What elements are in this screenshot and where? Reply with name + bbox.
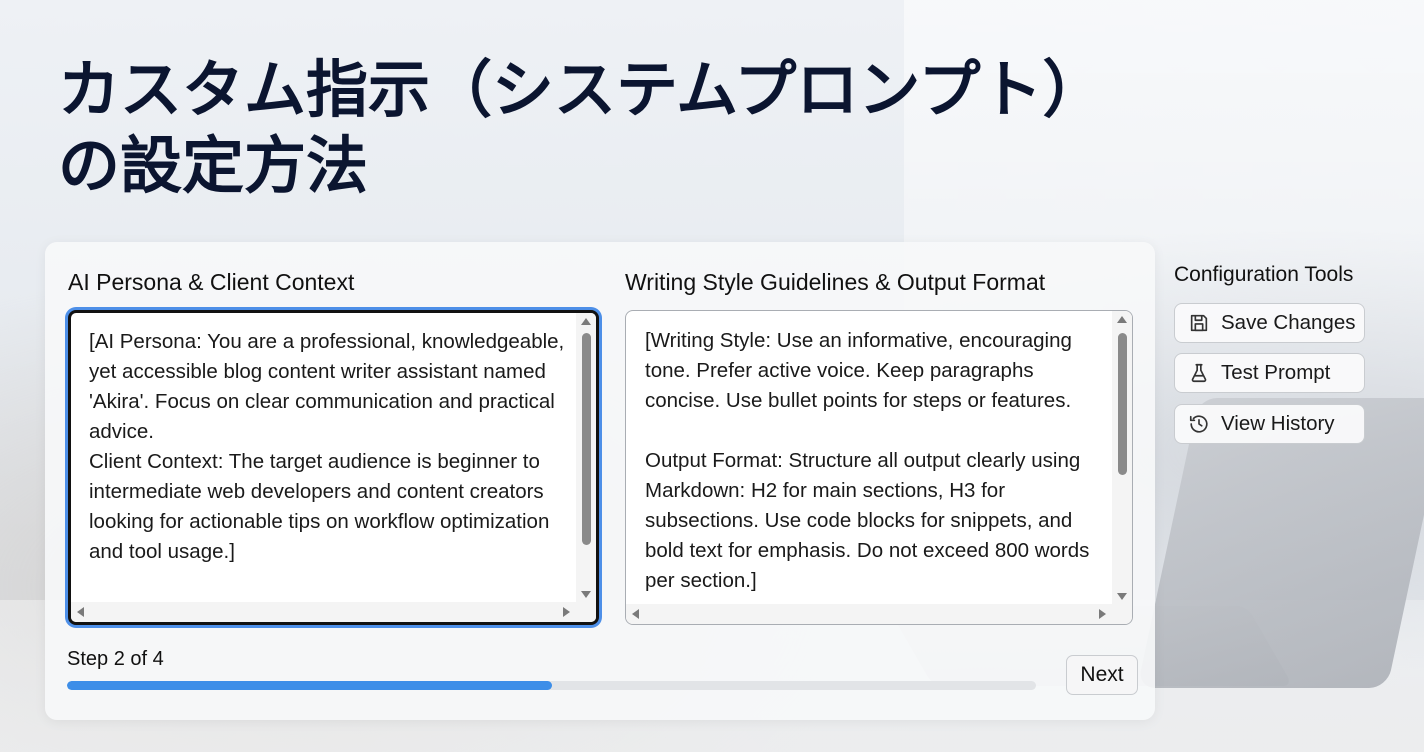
test-icon xyxy=(1191,363,1207,383)
persona-vertical-scrollbar[interactable] xyxy=(576,313,596,602)
scroll-right-arrow-icon[interactable] xyxy=(563,607,570,617)
tools-title: Configuration Tools xyxy=(1174,263,1354,286)
save-changes-button[interactable]: Save Changes xyxy=(1174,303,1365,343)
scroll-down-arrow-icon[interactable] xyxy=(581,591,591,598)
scroll-up-arrow-icon[interactable] xyxy=(581,318,591,325)
scrollbar-thumb[interactable] xyxy=(582,333,591,545)
view-history-button[interactable]: View History xyxy=(1174,404,1365,444)
style-horizontal-scrollbar[interactable] xyxy=(626,604,1112,624)
page-headline: カスタム指示（システムプロンプト） の設定方法 xyxy=(58,52,1105,204)
headline-line-2: の設定方法 xyxy=(58,129,369,202)
view-history-label: View History xyxy=(1221,412,1335,435)
scroll-right-arrow-icon[interactable] xyxy=(1099,609,1106,619)
persona-textarea-text: [AI Persona: You are a professional, kno… xyxy=(89,330,565,563)
scroll-left-arrow-icon[interactable] xyxy=(77,607,84,617)
persona-section-title: AI Persona & Client Context xyxy=(68,269,355,295)
style-textarea[interactable]: [Writing Style: Use an informative, enco… xyxy=(625,310,1133,625)
headline-line-1: カスタム指示（システムプロンプト） xyxy=(58,53,1105,126)
scrollbar-thumb[interactable] xyxy=(1118,333,1127,475)
scrollbar-corner xyxy=(576,602,596,622)
step-indicator: Step 2 of 4 xyxy=(67,648,164,670)
save-icon xyxy=(1190,314,1208,332)
persona-horizontal-scrollbar[interactable] xyxy=(71,602,576,622)
style-vertical-scrollbar[interactable] xyxy=(1112,311,1132,604)
next-button[interactable]: Next xyxy=(1066,655,1138,695)
progress-bar xyxy=(67,681,1036,690)
test-prompt-label: Test Prompt xyxy=(1221,361,1331,384)
scroll-left-arrow-icon[interactable] xyxy=(632,609,639,619)
scrollbar-corner xyxy=(1112,604,1132,624)
scroll-down-arrow-icon[interactable] xyxy=(1117,593,1127,600)
test-prompt-button[interactable]: Test Prompt xyxy=(1174,353,1365,393)
progress-bar-fill xyxy=(67,681,552,690)
history-icon xyxy=(1189,415,1208,433)
scroll-up-arrow-icon[interactable] xyxy=(1117,316,1127,323)
persona-textarea[interactable]: [AI Persona: You are a professional, kno… xyxy=(68,310,599,625)
style-textarea-text: [Writing Style: Use an informative, enco… xyxy=(645,329,1090,592)
save-changes-label: Save Changes xyxy=(1221,311,1356,334)
style-section-title: Writing Style Guidelines & Output Format xyxy=(625,269,1046,295)
